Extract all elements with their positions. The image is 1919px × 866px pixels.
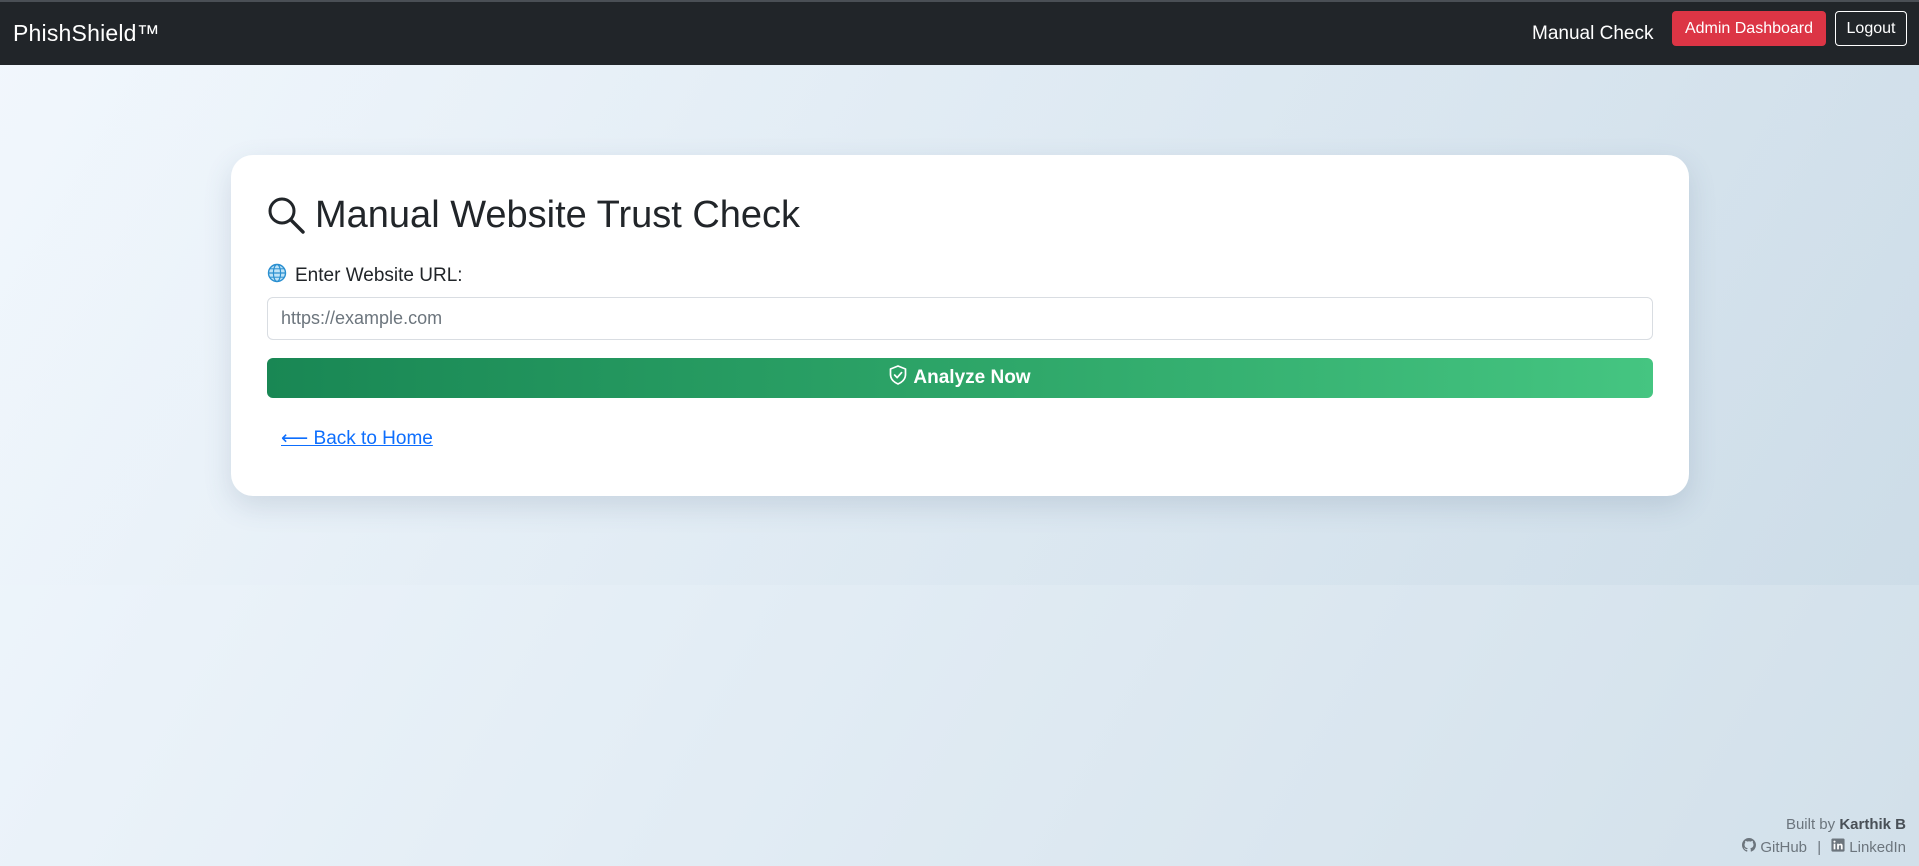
github-link[interactable]: GitHub bbox=[1742, 836, 1807, 859]
nav-manual-check[interactable]: Manual Check bbox=[1532, 23, 1653, 45]
shield-check-icon bbox=[889, 365, 913, 391]
footer-credit: Built by Karthik B bbox=[1742, 813, 1906, 836]
card-header: Manual Website Trust Check bbox=[267, 191, 800, 239]
analyze-now-label: Analyze Now bbox=[913, 367, 1031, 388]
footer-links: GitHub | LinkedIn bbox=[1742, 836, 1906, 859]
url-input[interactable] bbox=[267, 297, 1653, 340]
built-by-text: Built by bbox=[1785, 816, 1836, 833]
author-name: Karthik B bbox=[1839, 816, 1906, 833]
github-icon bbox=[1742, 836, 1760, 859]
footer-separator: | bbox=[1817, 839, 1822, 856]
linkedin-label: LinkedIn bbox=[1849, 839, 1906, 856]
github-label: GitHub bbox=[1760, 839, 1808, 856]
linkedin-icon bbox=[1831, 836, 1849, 859]
logout-button[interactable]: Logout bbox=[1835, 11, 1907, 46]
check-card: Manual Website Trust Check Enter Website… bbox=[231, 155, 1689, 496]
page-title: Manual Website Trust Check bbox=[315, 193, 801, 236]
url-label: Enter Website URL: bbox=[295, 264, 463, 286]
globe-icon bbox=[267, 263, 287, 288]
url-label-row: Enter Website URL: bbox=[267, 263, 463, 288]
footer: Built by Karthik B GitHub | LinkedIn bbox=[1742, 813, 1906, 859]
back-to-home-link[interactable]: ⟵ Back to Home bbox=[281, 427, 433, 450]
linkedin-link[interactable]: LinkedIn bbox=[1831, 836, 1906, 859]
analyze-now-button[interactable]: Analyze Now bbox=[267, 358, 1653, 398]
search-icon bbox=[267, 196, 305, 234]
admin-dashboard-button[interactable]: Admin Dashboard bbox=[1672, 11, 1826, 46]
brand-logo[interactable]: PhishShield™ bbox=[13, 20, 160, 47]
navbar: PhishShield™ Manual Check Admin Dashboar… bbox=[0, 2, 1919, 65]
